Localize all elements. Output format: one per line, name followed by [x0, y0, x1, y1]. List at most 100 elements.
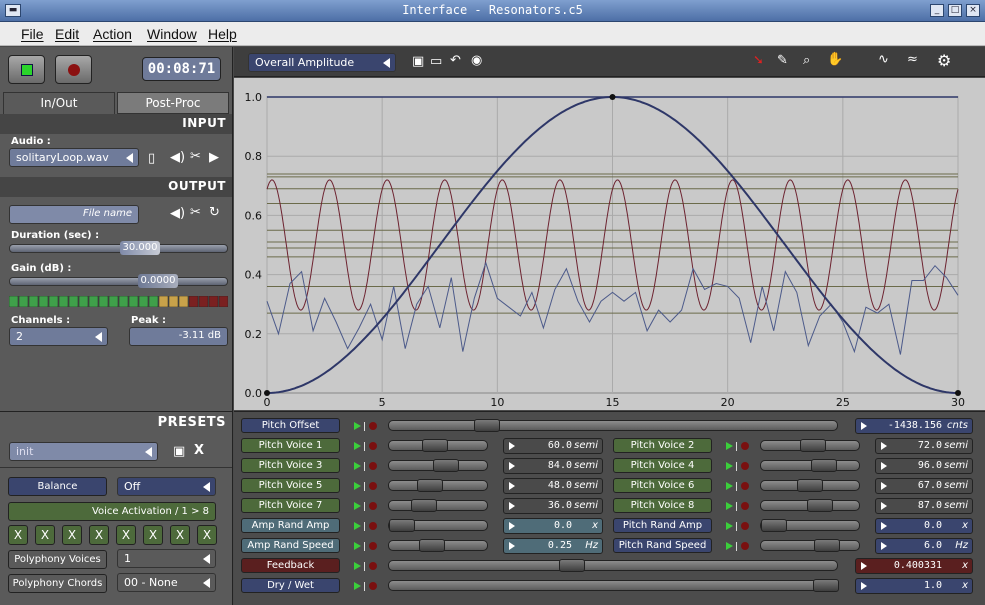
slider-knob[interactable] [411, 499, 438, 512]
audio-file-selector[interactable]: solitaryLoop.wav [9, 148, 139, 167]
record-automation-icon[interactable] [741, 462, 749, 470]
play-automation-icon[interactable] [726, 502, 733, 510]
record-automation-icon[interactable] [741, 442, 749, 450]
menu-file[interactable]: File [21, 26, 44, 42]
slider-value-field[interactable]: 1.0 x [855, 578, 973, 594]
record-automation-icon[interactable] [369, 462, 377, 470]
hand-icon[interactable]: ✋ [827, 52, 843, 67]
record-automation-icon[interactable] [369, 442, 377, 450]
record-automation-icon[interactable] [741, 482, 749, 490]
slider-knob[interactable] [797, 479, 824, 492]
slider-value-field[interactable]: 48.0 semi [503, 478, 603, 494]
slider-knob[interactable] [422, 439, 449, 452]
amplitude-chart[interactable]: 0 5 10 15 20 25 30 0.0 0.2 0.4 0.6 0.8 1.0 [234, 78, 985, 410]
menu-help[interactable]: Help [208, 26, 237, 42]
voice-toggle-6[interactable]: X [143, 525, 163, 545]
graph-selector[interactable]: Overall Amplitude [248, 53, 396, 72]
slider-knob[interactable] [473, 419, 500, 432]
play-automation-icon[interactable] [354, 422, 361, 430]
slider-track[interactable] [388, 579, 839, 592]
close-icon[interactable]: × [966, 4, 980, 17]
play-automation-icon[interactable] [354, 482, 361, 490]
record-automation-icon[interactable] [369, 562, 377, 570]
slider-knob[interactable] [433, 459, 460, 472]
slider-value-field[interactable]: 6.0 Hz [875, 538, 973, 554]
record-automation-icon[interactable] [369, 582, 377, 590]
record-button[interactable] [55, 55, 92, 84]
play-automation-icon[interactable] [354, 462, 361, 470]
document-icon[interactable]: ▯ [148, 151, 155, 166]
slider-value-field[interactable]: 0.25 Hz [503, 538, 603, 554]
play-automation-icon[interactable] [354, 562, 361, 570]
menu-action[interactable]: Action [93, 26, 132, 42]
voice-toggle-4[interactable]: X [89, 525, 109, 545]
play-automation-icon[interactable] [354, 522, 361, 530]
slider-value-field[interactable]: 0.0 x [503, 518, 603, 534]
undo-icon[interactable]: ↶ [450, 53, 461, 68]
slider-value-field[interactable]: 36.0 semi [503, 498, 603, 514]
output-file-name-field[interactable]: File name [9, 205, 139, 224]
preset-selector[interactable]: init [9, 442, 158, 461]
pencil-icon[interactable]: ✎ [777, 53, 788, 68]
voice-toggle-3[interactable]: X [62, 525, 82, 545]
channels-selector[interactable]: 2 [9, 327, 108, 346]
record-automation-icon[interactable] [369, 422, 377, 430]
slider-track[interactable] [760, 439, 860, 452]
duration-slider[interactable]: 30.000 [9, 241, 228, 255]
tab-post-proc[interactable]: Post-Proc [117, 92, 229, 114]
play-button[interactable] [8, 55, 45, 84]
slider-knob[interactable] [814, 539, 841, 552]
scissors-icon[interactable]: ✂ [190, 205, 201, 220]
slider-knob[interactable] [800, 439, 827, 452]
slider-value-field[interactable]: 72.0 semi [875, 438, 973, 454]
pointer-icon[interactable]: ➘ [753, 53, 764, 68]
graph-area[interactable]: 0 5 10 15 20 25 30 0.0 0.2 0.4 0.6 0.8 1.0 [234, 78, 985, 410]
slider-value-field[interactable]: 67.0 semi [875, 478, 973, 494]
slider-value-field[interactable]: 0.0 x [875, 518, 973, 534]
slider-track[interactable] [760, 519, 860, 532]
slider-knob[interactable] [558, 559, 585, 572]
scissors-icon[interactable]: ✂ [190, 149, 201, 164]
waveform-icon[interactable]: ∿ [878, 52, 889, 67]
slider-track[interactable] [760, 459, 860, 472]
play-automation-icon[interactable] [354, 582, 361, 590]
speaker-icon[interactable]: ◀) [170, 206, 185, 221]
slider-knob[interactable] [761, 519, 787, 532]
polyphony-chords-selector[interactable]: 00 - None [117, 573, 216, 592]
slider-track[interactable] [388, 479, 488, 492]
slider-track[interactable] [388, 499, 488, 512]
voice-toggle-2[interactable]: X [35, 525, 55, 545]
voice-toggle-5[interactable]: X [116, 525, 136, 545]
play-automation-icon[interactable] [726, 462, 733, 470]
slider-track[interactable] [388, 439, 488, 452]
maximize-icon[interactable]: □ [948, 4, 962, 17]
slider-knob[interactable] [811, 459, 838, 472]
slider-track[interactable] [388, 519, 488, 532]
record-automation-icon[interactable] [741, 542, 749, 550]
save-preset-icon[interactable]: ▣ [173, 444, 185, 459]
slider-track[interactable] [388, 419, 838, 432]
voice-toggle-1[interactable]: X [8, 525, 28, 545]
play-automation-icon[interactable] [354, 542, 361, 550]
slider-track[interactable] [388, 459, 488, 472]
record-automation-icon[interactable] [369, 502, 377, 510]
folder-icon[interactable]: ▭ [430, 54, 442, 69]
slider-knob[interactable] [417, 479, 444, 492]
play-automation-icon[interactable] [726, 482, 733, 490]
menu-edit[interactable]: Edit [55, 26, 79, 42]
speaker-icon[interactable]: ◀) [170, 150, 185, 165]
polyphony-voices-selector[interactable]: 1 [117, 549, 216, 568]
slider-value-field[interactable]: 87.0 semi [875, 498, 973, 514]
delete-preset-icon[interactable]: X [194, 443, 204, 458]
slider-knob[interactable] [813, 579, 839, 592]
record-automation-icon[interactable] [369, 482, 377, 490]
play-arrow-icon[interactable]: ▶ [209, 150, 219, 165]
play-automation-icon[interactable] [726, 522, 733, 530]
record-automation-icon[interactable] [741, 522, 749, 530]
record-automation-icon[interactable] [369, 522, 377, 530]
slider-knob[interactable] [389, 519, 415, 532]
envelope-point[interactable] [609, 94, 616, 100]
minimize-icon[interactable]: _ [930, 4, 944, 17]
play-automation-icon[interactable] [354, 442, 361, 450]
zoom-icon[interactable]: ⌕ [803, 53, 810, 68]
